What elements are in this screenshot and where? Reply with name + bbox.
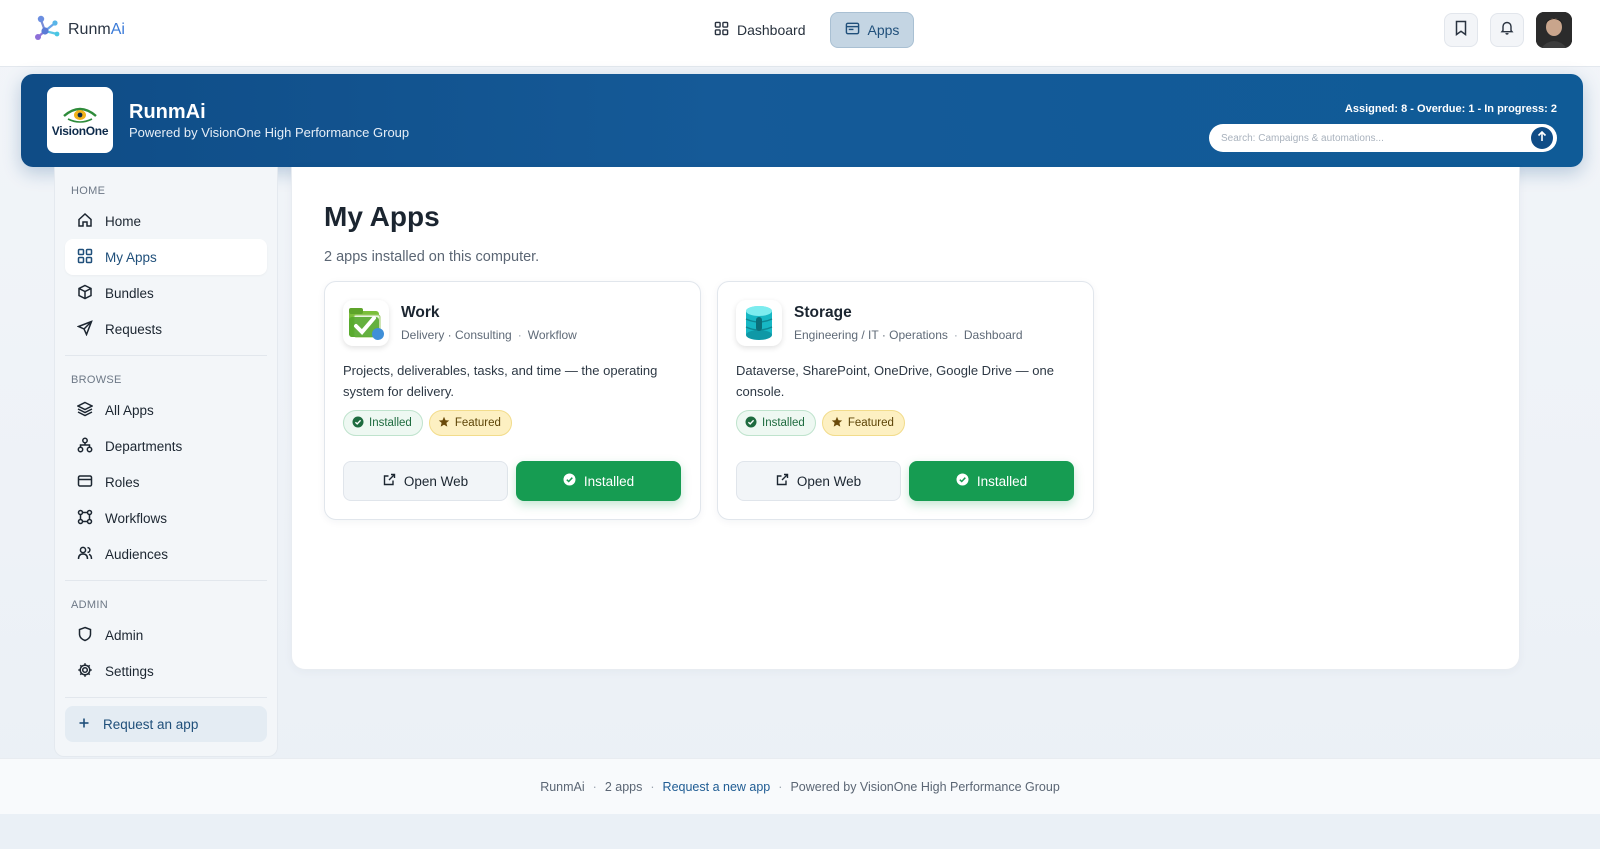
home-icon <box>77 212 93 231</box>
footer-request-link[interactable]: Request a new app <box>663 780 771 794</box>
check-circle-icon <box>745 416 757 431</box>
page-title: My Apps <box>324 201 440 232</box>
sidebar-item-requests[interactable]: Requests <box>65 311 267 347</box>
sidebar-item-my-apps[interactable]: My Apps <box>65 239 267 275</box>
hero-title: RunmAi <box>129 101 206 123</box>
bookmark-button[interactable] <box>1444 13 1478 47</box>
brand-name: RunmAi <box>68 20 125 38</box>
nav-apps[interactable]: Apps <box>829 12 915 48</box>
gear-icon <box>77 662 93 681</box>
notifications-button[interactable] <box>1490 13 1524 47</box>
id-card-icon <box>77 473 93 492</box>
sidebar-heading-home: HOME <box>71 185 106 197</box>
hero-banner: VisionOne RunmAi Powered by VisionOne Hi… <box>21 74 1583 167</box>
sidebar: HOME Home My Apps Bundles Requests BROWS… <box>54 167 278 757</box>
top-actions <box>1444 12 1572 48</box>
send-icon <box>76 319 93 339</box>
app-card-work: Work Delivery · Consulting · Workflow Proj… <box>324 281 701 520</box>
bookmark-icon <box>1454 20 1468 41</box>
molecule-logo-icon <box>32 12 62 47</box>
footer-powered-by: Powered by VisionOne High Performance Gr… <box>790 779 1060 794</box>
sidebar-item-admin[interactable]: Admin <box>65 617 267 653</box>
bell-icon <box>1500 20 1514 40</box>
avatar[interactable] <box>1536 12 1572 48</box>
external-link-icon <box>776 473 789 489</box>
card-title: Storage <box>794 304 852 321</box>
installed-button[interactable]: Installed <box>909 461 1074 501</box>
page-subtitle: 2 apps installed on this computer. <box>324 249 540 265</box>
nav-dashboard[interactable]: Dashboard <box>700 12 820 48</box>
card-actions: Open Web Installed <box>736 461 1074 501</box>
check-circle-icon <box>352 416 364 431</box>
hero-search <box>1209 124 1557 152</box>
sidebar-item-settings[interactable]: Settings <box>65 653 267 689</box>
star-icon <box>831 416 843 431</box>
installed-badge: Installed <box>343 410 423 436</box>
workflow-icon <box>77 509 93 528</box>
open-web-button[interactable]: Open Web <box>736 461 901 501</box>
sidebar-heading-browse: BROWSE <box>71 374 122 386</box>
storage-app-icon <box>736 300 782 346</box>
card-badges: Installed Featured <box>343 410 512 436</box>
sidebar-item-bundles[interactable]: Bundles <box>65 275 267 311</box>
grid-icon <box>714 21 729 39</box>
check-circle-icon <box>563 473 576 489</box>
sidebar-item-departments[interactable]: Departments <box>65 428 267 464</box>
sidebar-item-roles[interactable]: Roles <box>65 464 267 500</box>
card-title: Work <box>401 304 440 321</box>
footer-brand: RunmAi <box>540 779 585 794</box>
card-description: Dataverse, SharePoint, OneDrive, Google … <box>736 363 1054 399</box>
installed-badge: Installed <box>736 410 816 436</box>
footer-app-count: 2 apps <box>604 779 643 794</box>
shield-icon <box>77 626 93 645</box>
task-stats: Assigned: 8 - Overdue: 1 - In progress: … <box>1344 103 1557 115</box>
sidebar-heading-admin: ADMIN <box>71 599 108 611</box>
hero-subtitle: Powered by VisionOne High Performance Gr… <box>129 125 410 140</box>
org-chart-icon <box>77 437 93 456</box>
top-bar: RunmAi Dashboard Apps <box>0 0 1600 67</box>
window-icon <box>845 21 860 39</box>
card-actions: Open Web Installed <box>343 461 681 501</box>
search-input[interactable] <box>1221 132 1531 144</box>
card-tags: Delivery · Consulting · Workflow <box>401 328 577 342</box>
featured-badge: Featured <box>428 410 512 436</box>
work-app-icon <box>343 300 389 346</box>
sidebar-item-all-apps[interactable]: All Apps <box>65 392 267 428</box>
grid-icon <box>77 248 93 267</box>
request-app-button[interactable]: Request an app <box>65 706 267 742</box>
app-card-storage: Storage Engineering / IT · Operations · Da… <box>717 281 1094 520</box>
sidebar-divider <box>65 697 267 698</box>
card-description: Projects, deliverables, tasks, and time … <box>343 363 658 399</box>
external-link-icon <box>383 473 396 489</box>
open-web-button[interactable]: Open Web <box>343 461 508 501</box>
cube-icon <box>77 284 93 303</box>
users-icon <box>77 545 93 564</box>
footer: RunmAi · 2 apps · Request a new app · Po… <box>0 758 1600 814</box>
card-badges: Installed Featured <box>736 410 905 436</box>
layers-icon <box>76 401 94 420</box>
sidebar-item-home[interactable]: Home <box>65 203 267 239</box>
check-circle-icon <box>956 473 969 489</box>
plus-icon <box>77 716 91 733</box>
visionone-logo: VisionOne <box>47 87 113 153</box>
brand-logo[interactable]: RunmAi <box>32 12 125 47</box>
installed-button[interactable]: Installed <box>516 461 681 501</box>
arrow-up-icon <box>1537 129 1547 147</box>
main-panel: My Apps 2 apps installed on this compute… <box>291 167 1520 670</box>
sidebar-item-audiences[interactable]: Audiences <box>65 536 267 572</box>
star-icon <box>438 416 450 431</box>
featured-badge: Featured <box>821 410 905 436</box>
card-tags: Engineering / IT · Operations · Dashboard <box>794 328 1023 342</box>
search-submit-button[interactable] <box>1531 127 1553 149</box>
sidebar-item-workflows[interactable]: Workflows <box>65 500 267 536</box>
top-nav: Dashboard Apps <box>700 12 915 48</box>
